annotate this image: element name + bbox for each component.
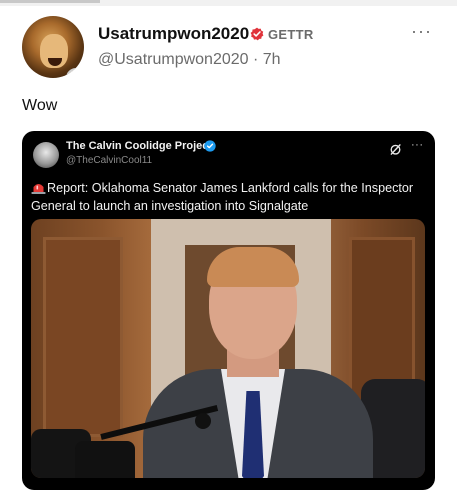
photo-microphone-icon [195, 413, 211, 429]
top-tab-strip [0, 0, 457, 6]
handle-separator: · [253, 51, 259, 68]
embedded-author-handle: @TheCalvinCool11 [66, 155, 153, 166]
active-tab-indicator [0, 0, 100, 3]
avatar-seal-icon [66, 68, 84, 78]
embedded-post-photo[interactable] [31, 219, 425, 478]
photo-wall-panel-left [43, 237, 123, 437]
embedded-post-text-block: Report: Oklahoma Senator James Lankford … [31, 179, 427, 215]
post-time: 7h [262, 51, 281, 68]
platform-label: GETTR [268, 27, 314, 42]
embedded-more-icon: ··· [411, 139, 424, 151]
author-display-name[interactable]: Usatrumpwon2020 [98, 24, 249, 44]
more-options-icon[interactable]: ··· [411, 22, 432, 40]
post-text: Wow [22, 97, 58, 114]
embedded-verified-icon [204, 140, 216, 152]
author-handle[interactable]: @Usatrumpwon2020 [98, 51, 249, 68]
verified-badge-icon [250, 27, 264, 41]
embedded-author-name: The Calvin Coolidge Project [66, 140, 213, 152]
siren-icon [31, 184, 46, 194]
embedded-post-card[interactable]: The Calvin Coolidge Project @TheCalvinCo… [22, 131, 435, 490]
author-avatar[interactable] [22, 16, 84, 78]
embedded-author-avatar [33, 142, 59, 168]
author-handle-line: @Usatrumpwon2020 · 7h [98, 51, 281, 69]
grok-icon [390, 144, 401, 155]
photo-microphone-base [75, 441, 135, 478]
embedded-post-text: Report: Oklahoma Senator James Lankford … [31, 181, 414, 213]
photo-hair [207, 247, 299, 287]
